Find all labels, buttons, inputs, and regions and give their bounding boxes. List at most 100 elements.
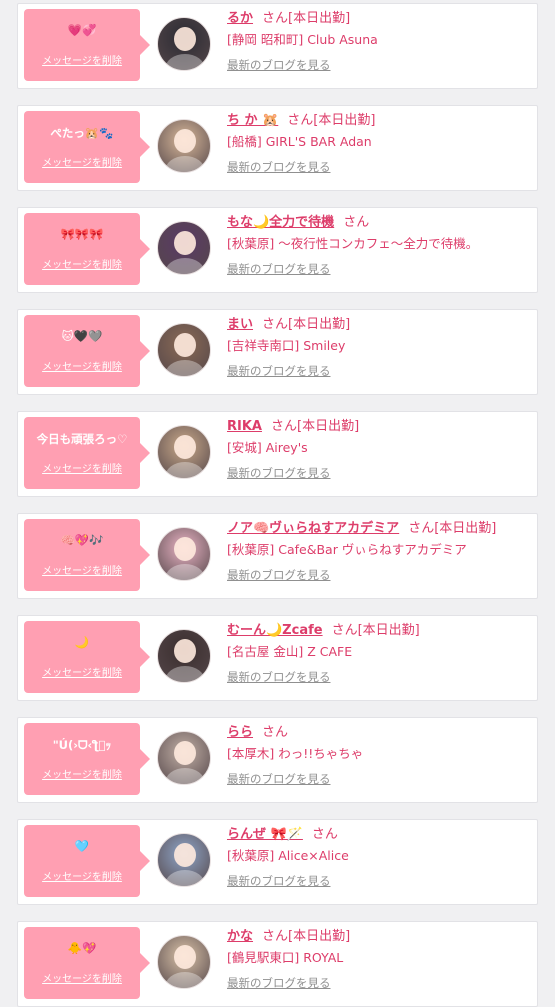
delete-message-link[interactable]: メッセージを削除 — [24, 562, 140, 577]
shop-name: [名古屋 金山] Z CAFE — [227, 644, 353, 659]
message-text: "Ú(›ᗜ‹ƪ゙ｯ — [52, 738, 112, 752]
avatar[interactable] — [157, 221, 211, 275]
message-text: 🧠💖🎶 — [60, 533, 104, 547]
status-badge: [本日出勤] — [357, 623, 420, 638]
avatar[interactable] — [157, 425, 211, 479]
list-item: 🌙 メッセージを削除 むーん🌙Zcafe さん[本日出勤] [名古屋 金山] Z … — [17, 615, 538, 701]
cast-name-link[interactable]: かな — [227, 929, 253, 944]
latest-blog-link[interactable]: 最新のブログを見る — [227, 771, 531, 787]
message-bubble: 🐱🖤🩶 メッセージを削除 — [24, 315, 150, 387]
shop-name: [鶴見駅東口] ROYAL — [227, 950, 344, 965]
latest-blog-link[interactable]: 最新のブログを見る — [227, 975, 531, 991]
latest-blog-link[interactable]: 最新のブログを見る — [227, 465, 531, 481]
avatar[interactable] — [157, 935, 211, 989]
list-item: 🧠💖🎶 メッセージを削除 ノア🧠ヴぃらねすアカデミア さん[本日出勤] [秋葉原]… — [17, 513, 538, 599]
profile-info: るか さん[本日出勤] [静岡 昭和町] Club Asuna 最新のブログを見る — [227, 9, 531, 73]
honorific: さん — [287, 113, 314, 128]
profile-info: らんぜ 🎀🪄 さん [秋葉原] Alice×Alice 最新のブログを見る — [227, 825, 531, 889]
avatar[interactable] — [157, 119, 211, 173]
name-line: ち か 🐹 さん[本日出勤] — [227, 111, 531, 130]
status-badge: [本日出勤] — [288, 929, 351, 944]
shop-name: [秋葉原] 〜夜行性コンカフェ〜全力で待機。 — [227, 236, 479, 251]
latest-blog-link[interactable]: 最新のブログを見る — [227, 873, 531, 889]
message-bubble: 🌙 メッセージを削除 — [24, 621, 150, 693]
shop-name: [船橋] GIRL'S BAR Adan — [227, 134, 372, 149]
avatar[interactable] — [157, 629, 211, 683]
shop-name: [吉祥寺南口] Smiley — [227, 338, 346, 353]
cast-name-link[interactable]: まい — [227, 317, 253, 332]
latest-blog-link[interactable]: 最新のブログを見る — [227, 669, 531, 685]
cast-name-link[interactable]: もな🌙全力で待機 — [227, 215, 334, 230]
message-text: 🐥💖 — [67, 941, 97, 955]
avatar[interactable] — [157, 323, 211, 377]
latest-blog-link[interactable]: 最新のブログを見る — [227, 363, 531, 379]
delete-message-link[interactable]: メッセージを削除 — [24, 154, 140, 169]
honorific: さん — [331, 623, 358, 638]
latest-blog-link[interactable]: 最新のブログを見る — [227, 159, 531, 175]
message-bubble: 🎀🎀🎀 メッセージを削除 — [24, 213, 150, 285]
status-badge: [本日出勤] — [297, 419, 360, 434]
honorific: さん — [343, 215, 370, 230]
delete-message-link[interactable]: メッセージを削除 — [24, 766, 140, 781]
cast-name-link[interactable]: ノア🧠ヴぃらねすアカデミア — [227, 521, 399, 536]
delete-message-link[interactable]: メッセージを削除 — [24, 358, 140, 373]
honorific: さん — [408, 521, 435, 536]
cast-name-link[interactable]: らんぜ 🎀🪄 — [227, 827, 303, 842]
delete-message-link[interactable]: メッセージを削除 — [24, 52, 140, 67]
message-list: 💗💞 メッセージを削除 るか さん[本日出勤] [静岡 昭和町] Club Asu… — [0, 0, 555, 1007]
list-item: 🐱🖤🩶 メッセージを削除 まい さん[本日出勤] [吉祥寺南口] Smiley 最… — [17, 309, 538, 395]
delete-message-link[interactable]: メッセージを削除 — [24, 868, 140, 883]
name-line: かな さん[本日出勤] — [227, 927, 531, 946]
cast-name-link[interactable]: らら — [227, 725, 253, 740]
message-text: ぺたっ🐹🐾 — [50, 126, 114, 140]
list-item: 🐥💖 メッセージを削除 かな さん[本日出勤] [鶴見駅東口] ROYAL 最新の… — [17, 921, 538, 1007]
message-text: 🐱🖤🩶 — [61, 329, 103, 343]
list-item: 🩵 メッセージを削除 らんぜ 🎀🪄 さん [秋葉原] Alice×Alice 最新… — [17, 819, 538, 905]
list-item: 🎀🎀🎀 メッセージを削除 もな🌙全力で待機 さん [秋葉原] 〜夜行性コンカフェ〜… — [17, 207, 538, 293]
message-text: 💗💞 — [67, 23, 97, 37]
message-bubble: 💗💞 メッセージを削除 — [24, 9, 150, 81]
avatar[interactable] — [157, 833, 211, 887]
status-badge: [本日出勤] — [288, 11, 351, 26]
list-item: 💗💞 メッセージを削除 るか さん[本日出勤] [静岡 昭和町] Club Asu… — [17, 3, 538, 89]
message-bubble: 🧠💖🎶 メッセージを削除 — [24, 519, 150, 591]
shop-name: [静岡 昭和町] Club Asuna — [227, 32, 378, 47]
delete-message-link[interactable]: メッセージを削除 — [24, 970, 140, 985]
cast-name-link[interactable]: RIKA — [227, 419, 262, 434]
name-line: むーん🌙Zcafe さん[本日出勤] — [227, 621, 531, 640]
list-item: 今日も頑張ろっ♡ メッセージを削除 RIKA さん[本日出勤] [安城] Aire… — [17, 411, 538, 497]
profile-info: ノア🧠ヴぃらねすアカデミア さん[本日出勤] [秋葉原] Cafe&Bar ヴぃら… — [227, 519, 531, 583]
cast-name-link[interactable]: ち か 🐹 — [227, 113, 278, 128]
latest-blog-link[interactable]: 最新のブログを見る — [227, 57, 531, 73]
shop-name: [秋葉原] Alice×Alice — [227, 848, 349, 863]
shop-name: [本厚木] わっ!!ちゃちゃ — [227, 746, 364, 761]
delete-message-link[interactable]: メッセージを削除 — [24, 460, 140, 475]
profile-info: もな🌙全力で待機 さん [秋葉原] 〜夜行性コンカフェ〜全力で待機。 最新のブログ… — [227, 213, 531, 277]
name-line: ノア🧠ヴぃらねすアカデミア さん[本日出勤] — [227, 519, 531, 538]
name-line: もな🌙全力で待機 さん — [227, 213, 531, 232]
honorific: さん — [262, 317, 289, 332]
honorific: さん — [262, 929, 289, 944]
shop-name: [秋葉原] Cafe&Bar ヴぃらねすアカデミア — [227, 542, 467, 557]
avatar[interactable] — [157, 527, 211, 581]
message-text: 🎀🎀🎀 — [60, 227, 104, 241]
profile-info: ち か 🐹 さん[本日出勤] [船橋] GIRL'S BAR Adan 最新のブロ… — [227, 111, 531, 175]
message-bubble: "Ú(›ᗜ‹ƪ゙ｯ メッセージを削除 — [24, 723, 150, 795]
name-line: らら さん — [227, 723, 531, 742]
latest-blog-link[interactable]: 最新のブログを見る — [227, 261, 531, 277]
honorific: さん — [270, 419, 297, 434]
cast-name-link[interactable]: むーん🌙Zcafe — [227, 623, 323, 638]
name-line: RIKA さん[本日出勤] — [227, 417, 531, 436]
avatar[interactable] — [157, 731, 211, 785]
status-badge: [本日出勤] — [288, 317, 351, 332]
delete-message-link[interactable]: メッセージを削除 — [24, 256, 140, 271]
latest-blog-link[interactable]: 最新のブログを見る — [227, 567, 531, 583]
profile-info: まい さん[本日出勤] [吉祥寺南口] Smiley 最新のブログを見る — [227, 315, 531, 379]
delete-message-link[interactable]: メッセージを削除 — [24, 664, 140, 679]
message-bubble: 🩵 メッセージを削除 — [24, 825, 150, 897]
message-bubble: 🐥💖 メッセージを削除 — [24, 927, 150, 999]
message-text: 🌙 — [74, 635, 90, 649]
message-text: 🩵 — [74, 839, 90, 853]
cast-name-link[interactable]: るか — [227, 11, 253, 26]
avatar[interactable] — [157, 17, 211, 71]
